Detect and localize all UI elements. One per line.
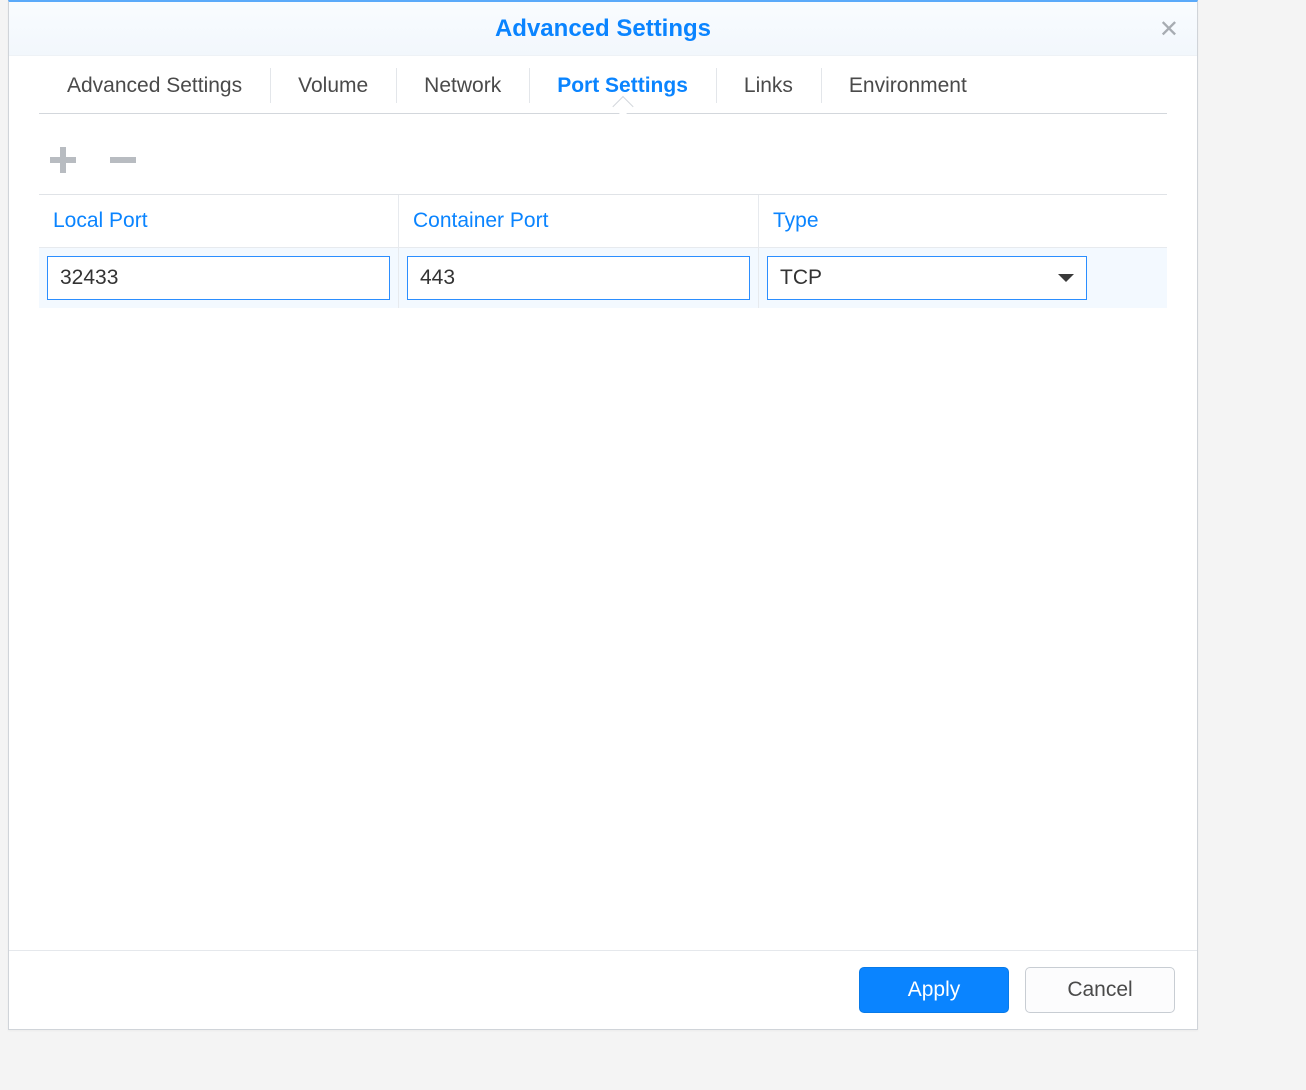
dialog-title: Advanced Settings [495, 15, 711, 43]
tab-label: Advanced Settings [67, 74, 242, 98]
col-header-container-port[interactable]: Container Port [399, 195, 759, 248]
dialog-footer: Apply Cancel [9, 950, 1197, 1029]
local-port-input[interactable] [47, 256, 390, 300]
tab-volume[interactable]: Volume [270, 58, 396, 113]
cell-type: TCP [759, 248, 1167, 308]
apply-label: Apply [908, 978, 961, 1002]
tab-content: Local Port Container Port Type TCP [9, 114, 1197, 950]
apply-button[interactable]: Apply [859, 967, 1009, 1013]
close-icon[interactable]: ✕ [1159, 18, 1179, 42]
type-select-value: TCP [780, 266, 822, 290]
dialog-titlebar: Advanced Settings ✕ [9, 2, 1197, 56]
container-port-input[interactable] [407, 256, 750, 300]
port-table: Local Port Container Port Type TCP [39, 194, 1167, 308]
col-header-local-port[interactable]: Local Port [39, 195, 399, 248]
tab-label: Volume [298, 74, 368, 98]
tab-network[interactable]: Network [396, 58, 529, 113]
tabs: Advanced Settings Volume Network Port Se… [39, 58, 1167, 114]
table-toolbar [39, 138, 1167, 194]
tab-label: Port Settings [557, 74, 688, 98]
minus-icon[interactable] [107, 144, 139, 176]
tab-port-settings[interactable]: Port Settings [529, 58, 716, 113]
plus-icon[interactable] [47, 144, 79, 176]
col-header-type[interactable]: Type [759, 195, 1167, 248]
cancel-label: Cancel [1067, 978, 1132, 1002]
cancel-button[interactable]: Cancel [1025, 967, 1175, 1013]
tab-label: Environment [849, 74, 967, 98]
cell-container-port [399, 248, 759, 308]
tab-environment[interactable]: Environment [821, 58, 995, 113]
tab-label: Network [424, 74, 501, 98]
tab-links[interactable]: Links [716, 58, 821, 113]
tabs-container: Advanced Settings Volume Network Port Se… [9, 56, 1197, 114]
type-select[interactable]: TCP [767, 256, 1087, 300]
chevron-down-icon [1058, 274, 1074, 282]
table-header-row: Local Port Container Port Type [39, 195, 1167, 248]
cell-local-port [39, 248, 399, 308]
advanced-settings-dialog: Advanced Settings ✕ Advanced Settings Vo… [8, 0, 1198, 1030]
tab-label: Links [744, 74, 793, 98]
table-row[interactable]: TCP [39, 248, 1167, 308]
tab-advanced-settings[interactable]: Advanced Settings [39, 58, 270, 113]
